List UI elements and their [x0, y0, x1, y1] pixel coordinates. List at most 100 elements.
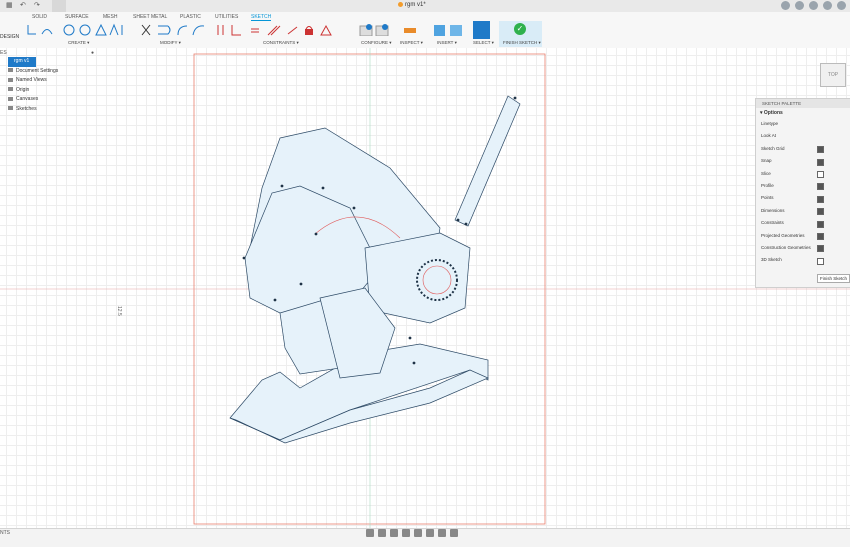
zoom-icon[interactable] — [402, 529, 410, 537]
palette-row-label: Constraints — [761, 220, 784, 226]
orbit-icon[interactable] — [366, 529, 374, 537]
help-icon[interactable] — [823, 1, 832, 10]
palette-checkbox[interactable] — [817, 233, 824, 241]
constraints-icons[interactable] — [214, 22, 339, 36]
browser-item-label: Origin — [16, 86, 30, 93]
toolbar: SOLID SURFACE MESH SHEET METAL PLASTIC U… — [0, 12, 850, 49]
browser-root[interactable]: rgm v1 — [0, 57, 96, 67]
sketch-canvas[interactable]: 12.5 TOP — [0, 48, 850, 528]
notifications-icon[interactable] — [809, 1, 818, 10]
palette-row-label: Dimensions — [761, 207, 785, 213]
palette-row[interactable]: Slice — [756, 168, 850, 180]
fit-icon[interactable] — [414, 529, 422, 537]
palette-row[interactable]: 3D Sketch — [756, 254, 850, 266]
tab-sketch[interactable]: SKETCH — [251, 14, 272, 21]
job-status-icon[interactable] — [795, 1, 804, 10]
grid-settings-icon[interactable] — [438, 529, 446, 537]
tab-utilities[interactable]: UTILITIES — [215, 14, 238, 20]
constraints-menu[interactable]: CONSTRAINTS ▾ — [263, 40, 299, 46]
palette-checkbox[interactable] — [817, 195, 824, 203]
modify-tools-icons[interactable] — [138, 22, 208, 36]
tab-sheet-metal[interactable]: SHEET METAL — [133, 14, 167, 20]
redo-icon[interactable]: ↷ — [34, 1, 40, 11]
finish-sketch-label[interactable]: FINISH SKETCH ▾ — [503, 40, 541, 46]
palette-row[interactable]: Sketch Grid — [756, 143, 850, 155]
configure-menu[interactable]: CONFIGURE ▾ — [361, 40, 392, 46]
undo-icon[interactable]: ↶ — [20, 1, 26, 11]
palette-row[interactable]: Profile — [756, 180, 850, 192]
configure-icons[interactable] — [358, 22, 394, 36]
viewcube[interactable]: TOP — [820, 63, 846, 87]
insert-icons[interactable] — [432, 22, 466, 36]
tab-surface[interactable]: SURFACE — [65, 14, 89, 20]
add-tab-icon[interactable] — [781, 1, 790, 10]
display-settings-icon[interactable] — [426, 529, 434, 537]
palette-row[interactable]: Snap — [756, 155, 850, 167]
create-menu[interactable]: CREATE ▾ — [68, 40, 89, 46]
palette-checkbox[interactable] — [817, 171, 824, 179]
pan-icon[interactable] — [390, 529, 398, 537]
settings-icon — [8, 68, 13, 73]
palette-row-label: Slice — [761, 170, 771, 176]
browser-panel: ES ● rgm v1 Document Settings Named Views… — [0, 50, 96, 120]
measure-icon[interactable] — [402, 22, 418, 36]
palette-header: SKETCH PALETTE — [756, 99, 850, 108]
home-icon[interactable] — [52, 0, 66, 12]
modify-menu[interactable]: MODIFY ▾ — [160, 40, 181, 46]
palette-row[interactable]: Constraints — [756, 217, 850, 229]
palette-checkbox[interactable] — [817, 220, 824, 228]
folder-icon — [8, 77, 13, 82]
palette-row-label: Construction Geometries — [761, 244, 811, 250]
palette-row-label: Linetype — [761, 121, 779, 126]
browser-item-document-settings[interactable]: Document Settings — [0, 67, 96, 77]
browser-item-named-views[interactable]: Named Views — [0, 76, 96, 86]
workspace-switcher[interactable]: DESIGN — [0, 34, 19, 40]
palette-row-label: 3D Sketch — [761, 257, 782, 263]
browser-item-label: Sketches — [16, 105, 37, 112]
palette-row[interactable]: Dimensions — [756, 205, 850, 217]
browser-item-sketches[interactable]: Sketches — [0, 105, 96, 115]
pin-icon[interactable]: ● — [91, 50, 94, 56]
account-icon[interactable] — [837, 1, 846, 10]
palette-row[interactable]: Look At — [756, 130, 850, 142]
palette-row-label: Sketch Grid — [761, 145, 785, 151]
create-tools-icons[interactable] — [22, 22, 132, 36]
document-icon — [398, 2, 403, 7]
document-tab[interactable]: rgm v1* — [398, 2, 426, 8]
sketch-palette: SKETCH PALETTE ▾ Options Linetype Look At… — [755, 98, 850, 288]
finish-sketch-small-button[interactable]: Finish Sketch — [816, 274, 850, 283]
tab-plastic[interactable]: PLASTIC — [180, 14, 201, 20]
tab-solid[interactable]: SOLID — [32, 14, 47, 20]
palette-row[interactable]: Linetype — [756, 118, 850, 130]
browser-title: ES — [0, 50, 7, 56]
palette-checkbox[interactable] — [817, 208, 824, 216]
browser-root-label: rgm v1 — [8, 57, 36, 67]
sketch-drawing[interactable]: 12.5 — [0, 48, 850, 528]
select-icon[interactable] — [473, 21, 490, 39]
options-label: Options — [763, 110, 783, 116]
palette-row-label: Projected Geometries — [761, 232, 805, 238]
browser-item-origin[interactable]: Origin — [0, 86, 96, 96]
app-menu-icon[interactable]: ▦ — [6, 1, 13, 11]
options-header[interactable]: ▾ Options — [756, 108, 850, 118]
palette-checkbox[interactable] — [817, 146, 824, 154]
browser-header: ES ● — [0, 50, 96, 57]
comments-label: NTS — [0, 530, 10, 536]
select-menu[interactable]: SELECT ▾ — [473, 40, 494, 46]
palette-row-label: Snap — [761, 158, 772, 164]
look-at-icon[interactable] — [378, 529, 386, 537]
palette-row[interactable]: Projected Geometries — [756, 230, 850, 242]
folder-icon — [8, 106, 13, 111]
palette-checkbox[interactable] — [817, 245, 824, 253]
inspect-menu[interactable]: INSPECT ▾ — [400, 40, 423, 46]
browser-item-canvases[interactable]: Canvases — [0, 95, 96, 105]
insert-menu[interactable]: INSERT ▾ — [437, 40, 457, 46]
palette-row[interactable]: Points — [756, 192, 850, 204]
palette-checkbox[interactable] — [817, 158, 824, 166]
viewports-icon[interactable] — [450, 529, 458, 537]
palette-row[interactable]: Construction Geometries — [756, 242, 850, 254]
palette-row-label: Look At — [761, 133, 777, 139]
palette-checkbox[interactable] — [817, 183, 824, 191]
tab-mesh[interactable]: MESH — [103, 14, 117, 20]
palette-checkbox[interactable] — [817, 257, 824, 265]
